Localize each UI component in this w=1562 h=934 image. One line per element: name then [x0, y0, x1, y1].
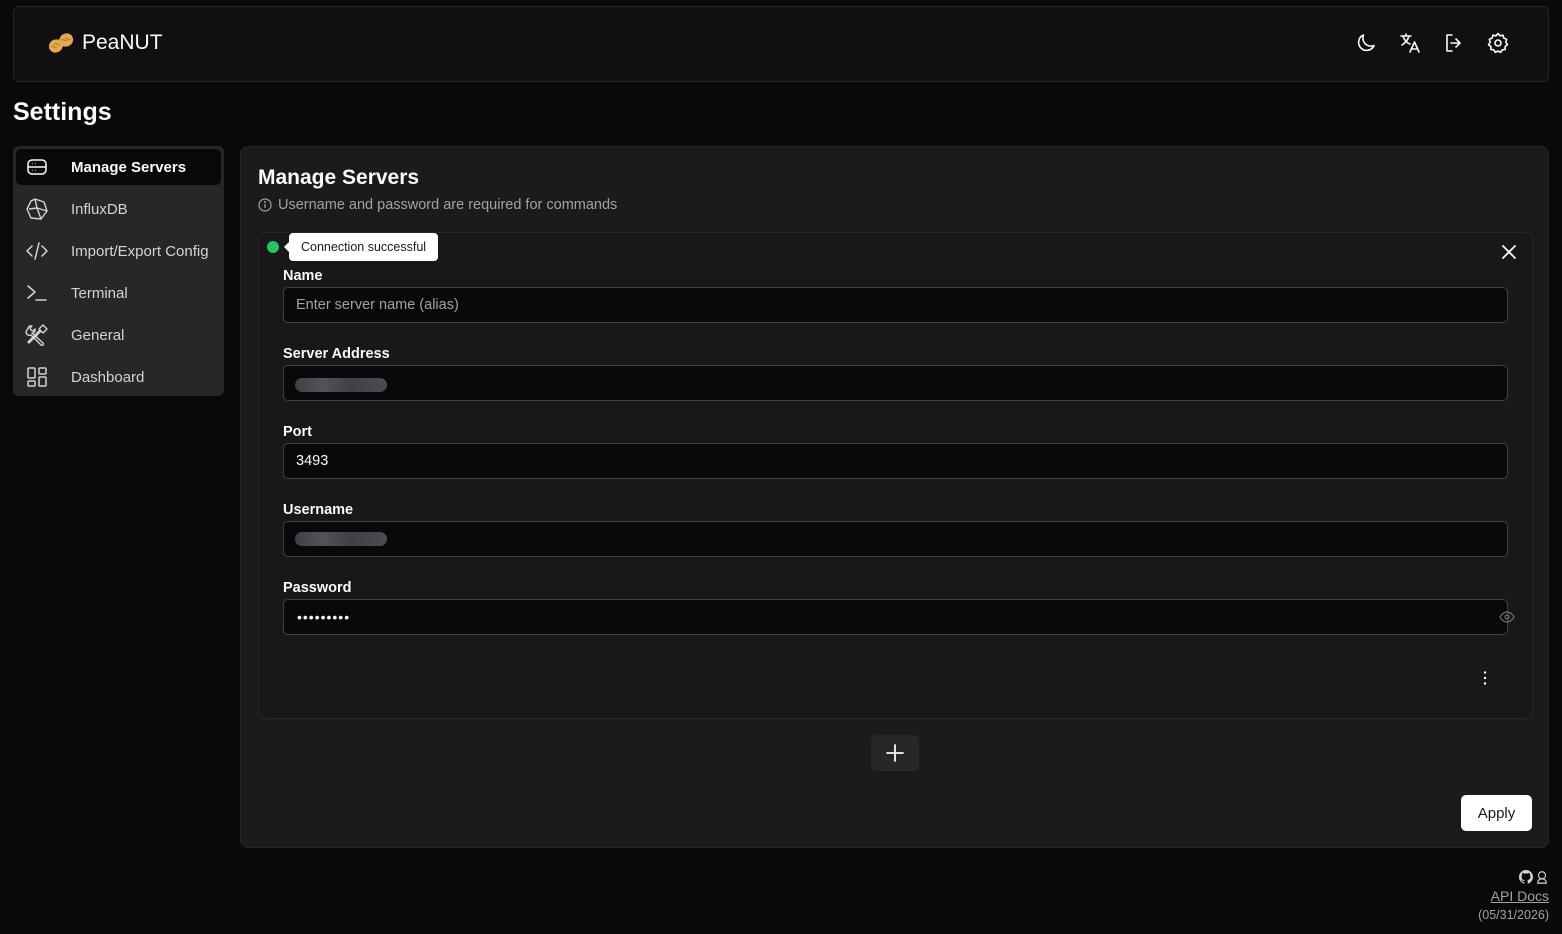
app-name: PeaNUT [82, 31, 163, 54]
close-icon[interactable] [1500, 243, 1518, 261]
sidebar-item-label: Terminal [71, 285, 128, 302]
tools-icon [25, 323, 49, 347]
github-icon[interactable] [1519, 870, 1533, 884]
server-address-input[interactable] [283, 365, 1508, 401]
hint-label: Username and password are required for c… [278, 197, 618, 213]
gear-icon[interactable] [1486, 31, 1510, 55]
docker-icon[interactable] [1535, 870, 1549, 884]
terminal-icon [25, 281, 49, 305]
api-docs-link[interactable]: API Docs [1478, 888, 1549, 904]
logout-icon[interactable] [1442, 31, 1466, 55]
redacted-value [295, 532, 387, 546]
footer: API Docs (05/31/2026) [1478, 870, 1549, 922]
server-icon [25, 155, 49, 179]
code-icon [25, 239, 49, 263]
eye-icon[interactable] [1499, 609, 1515, 625]
add-server-button[interactable] [871, 735, 919, 771]
sidebar-item-dashboard[interactable]: Dashboard [16, 359, 221, 395]
sidebar-item-terminal[interactable]: Terminal [16, 275, 221, 311]
redacted-value [295, 378, 387, 392]
username-input[interactable] [283, 521, 1508, 557]
sidebar-item-label: General [71, 327, 125, 344]
sidebar-item-label: Import/Export Config [71, 243, 209, 260]
panel-title: Manage Servers [258, 166, 420, 189]
translate-icon[interactable] [1398, 31, 1422, 55]
sidebar-item-general[interactable]: General [16, 317, 221, 353]
sidebar-item-label: InfluxDB [71, 201, 128, 218]
plus-icon [885, 743, 905, 763]
server-card: Connection successful Name Server Addres… [258, 232, 1533, 719]
username-label: Username [283, 502, 354, 518]
top-navbar: PeaNUT [13, 6, 1549, 82]
peanut-logo-icon [46, 30, 76, 56]
influxdb-icon [25, 197, 49, 221]
sidebar-item-label: Dashboard [71, 369, 145, 386]
brand[interactable]: PeaNUT [46, 30, 163, 56]
hint-text: Username and password are required for c… [258, 197, 617, 213]
more-options-icon[interactable] [1476, 669, 1494, 687]
info-icon [258, 198, 272, 212]
manage-servers-panel: Manage Servers Username and password are… [240, 146, 1549, 848]
sidebar-item-import-export[interactable]: Import/Export Config [16, 233, 221, 269]
sidebar-item-manage-servers[interactable]: Manage Servers [16, 149, 221, 185]
server-address-label: Server Address [283, 346, 390, 362]
port-label: Port [283, 424, 312, 440]
settings-sidebar: Manage Servers InfluxDB Import/Export Co… [13, 146, 224, 396]
name-label: Name [283, 268, 323, 284]
moon-icon[interactable] [1354, 31, 1378, 55]
password-input[interactable] [283, 599, 1508, 635]
server-name-input[interactable] [283, 287, 1508, 323]
password-label: Password [283, 580, 352, 596]
build-date: (05/31/2026) [1478, 908, 1549, 922]
sidebar-item-influxdb[interactable]: InfluxDB [16, 191, 221, 227]
status-indicator[interactable] [267, 241, 279, 253]
status-tooltip: Connection successful [283, 233, 439, 261]
sidebar-item-label: Manage Servers [71, 159, 187, 176]
apply-button[interactable]: Apply [1461, 795, 1532, 831]
password-mask: ••••••••• [297, 609, 351, 625]
page-title: Settings [13, 98, 112, 126]
dashboard-icon [25, 365, 49, 389]
port-input[interactable] [283, 443, 1508, 479]
